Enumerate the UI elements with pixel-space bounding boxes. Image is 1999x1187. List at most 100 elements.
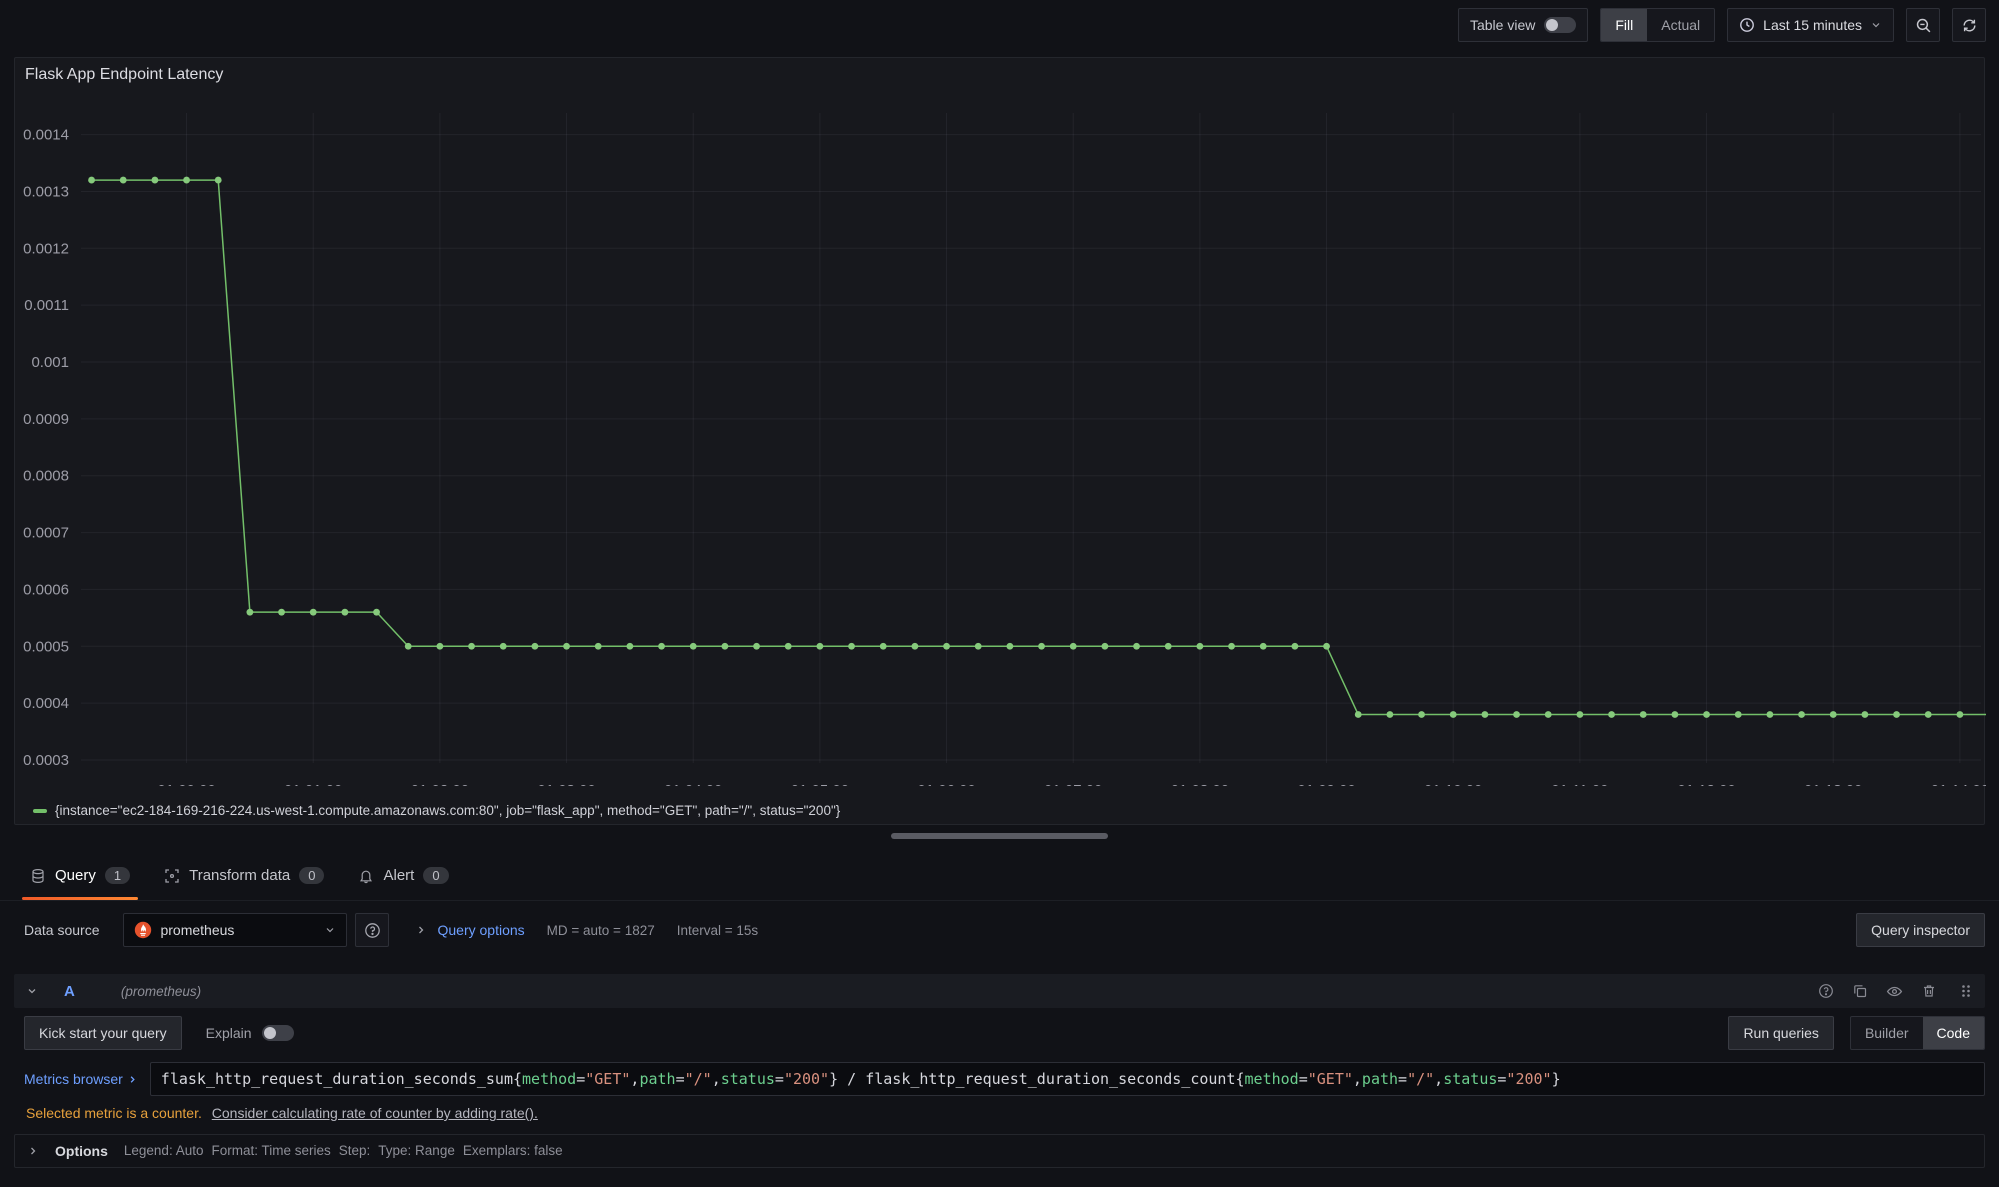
options-summary-item: Format: Time series: [211, 1143, 330, 1158]
query-datasource-hint: (prometheus): [121, 984, 201, 999]
builder-code-segment: Builder Code: [1850, 1016, 1985, 1050]
chevron-down-icon: [324, 924, 336, 936]
toggle-visibility-eye-icon[interactable]: [1886, 983, 1903, 1000]
builder-button[interactable]: Builder: [1851, 1017, 1923, 1049]
code-button[interactable]: Code: [1923, 1017, 1984, 1049]
svg-text:0.001: 0.001: [31, 354, 69, 371]
zoom-out-button[interactable]: [1906, 8, 1940, 42]
time-range-picker[interactable]: Last 15 minutes: [1727, 8, 1894, 42]
angle-right-icon: [27, 1145, 39, 1157]
svg-text:0.0008: 0.0008: [23, 468, 69, 485]
svg-text:0.0004: 0.0004: [23, 695, 69, 712]
query-help-icon[interactable]: [1818, 983, 1834, 999]
clock-icon: [1739, 17, 1755, 33]
max-data-points-text: MD = auto = 1827: [547, 923, 655, 938]
top-toolbar: Table view Fill Actual Last 15 minutes: [0, 0, 1999, 50]
delete-query-trash-icon[interactable]: [1921, 983, 1937, 999]
editor-toolbar-row: Kick start your query Explain Run querie…: [14, 1016, 1985, 1050]
prometheus-icon: [134, 921, 152, 939]
fill-button[interactable]: Fill: [1601, 9, 1647, 41]
table-view-label: Table view: [1470, 17, 1535, 33]
panel-title: Flask App Endpoint Latency: [25, 66, 223, 84]
editor-tabs: Query 1 Transform data 0 Alert 0: [0, 851, 1999, 901]
datasource-label: Data source: [14, 922, 109, 938]
query-ref-id: A: [64, 983, 75, 1000]
svg-text:01:09:00: 01:09:00: [1297, 782, 1355, 786]
bell-icon: [358, 868, 374, 884]
actual-button[interactable]: Actual: [1647, 9, 1714, 41]
run-queries-button[interactable]: Run queries: [1728, 1016, 1834, 1050]
query-row-header[interactable]: A (prometheus): [14, 974, 1985, 1008]
svg-text:01:10:00: 01:10:00: [1424, 782, 1482, 786]
interval-text: Interval = 15s: [677, 923, 758, 938]
query-editor-body: Kick start your query Explain Run querie…: [14, 1016, 1985, 1168]
query-options-summary: Options Legend: AutoFormat: Time seriesS…: [14, 1134, 1985, 1168]
datasource-name: prometheus: [160, 922, 316, 938]
tab-alert[interactable]: Alert 0: [356, 851, 450, 900]
refresh-button[interactable]: [1952, 8, 1986, 42]
tab-transform-label: Transform data: [189, 867, 290, 884]
options-summary-item: Type: Range: [378, 1143, 455, 1158]
options-summary-item: Step:: [339, 1143, 371, 1158]
svg-text:01:11:00: 01:11:00: [1551, 782, 1608, 786]
legend-series-marker: [33, 809, 47, 813]
tab-query-count: 1: [105, 867, 130, 884]
zoom-out-icon: [1915, 17, 1932, 34]
query-options-link: Query options: [437, 922, 524, 938]
svg-text:01:05:00: 01:05:00: [791, 782, 849, 786]
explain-toggle[interactable]: [262, 1025, 294, 1041]
svg-text:0.0009: 0.0009: [23, 411, 69, 428]
svg-text:01:01:00: 01:01:00: [284, 782, 342, 786]
code-editor-row: Metrics browser flask_http_request_durat…: [14, 1062, 1985, 1096]
options-items: Legend: AutoFormat: Time seriesStep:Type…: [124, 1142, 571, 1160]
svg-text:0.0012: 0.0012: [23, 240, 69, 257]
datasource-picker[interactable]: prometheus: [123, 913, 347, 947]
help-circle-icon: [364, 922, 381, 939]
drag-handle-icon[interactable]: [1959, 983, 1973, 999]
metrics-browser-link[interactable]: Metrics browser: [24, 1071, 138, 1087]
svg-text:0.0013: 0.0013: [23, 183, 69, 200]
tab-transform-count: 0: [299, 867, 324, 884]
time-range-label: Last 15 minutes: [1763, 17, 1862, 33]
tab-query-label: Query: [55, 867, 96, 884]
svg-text:0.0003: 0.0003: [23, 752, 69, 769]
kick-start-query-button[interactable]: Kick start your query: [24, 1016, 182, 1050]
svg-text:0.0014: 0.0014: [23, 127, 69, 144]
angle-right-icon: [415, 924, 427, 936]
transform-icon: [164, 868, 180, 884]
svg-text:01:04:00: 01:04:00: [664, 782, 722, 786]
warning-text: Selected metric is a counter.: [26, 1105, 202, 1121]
datasource-help-button[interactable]: [355, 913, 389, 947]
options-label[interactable]: Options: [55, 1143, 108, 1159]
options-summary-item: Exemplars: false: [463, 1143, 563, 1158]
fill-actual-segment: Fill Actual: [1600, 8, 1715, 42]
legend-item[interactable]: {instance="ec2-184-169-216-224.us-west-1…: [33, 803, 840, 818]
svg-text:0.0005: 0.0005: [23, 638, 69, 655]
svg-text:01:07:00: 01:07:00: [1044, 782, 1102, 786]
query-inspector-button[interactable]: Query inspector: [1856, 913, 1985, 947]
latency-chart[interactable]: 0.0014 0.0013 0.0012 0.0011 0.001 0.0009 0.000…: [15, 98, 1986, 786]
panel-resize-handle[interactable]: [891, 833, 1108, 839]
legend-series-label: {instance="ec2-184-169-216-224.us-west-1…: [55, 803, 840, 818]
active-tab-underline: [22, 897, 138, 900]
warning-rate-link[interactable]: Consider calculating rate of counter by …: [212, 1105, 538, 1121]
collapse-chevron-icon: [26, 985, 38, 997]
tab-query[interactable]: Query 1: [28, 851, 132, 900]
svg-text:01:13:00: 01:13:00: [1804, 782, 1862, 786]
table-view-group: Table view: [1458, 8, 1588, 42]
svg-text:01:08:00: 01:08:00: [1171, 782, 1229, 786]
explain-label: Explain: [206, 1025, 252, 1041]
svg-text:0.0011: 0.0011: [24, 297, 69, 314]
svg-text:01:06:00: 01:06:00: [917, 782, 975, 786]
table-view-toggle[interactable]: [1544, 17, 1576, 33]
svg-text:01:14:00: 01:14:00: [1931, 782, 1986, 786]
explain-group: Explain: [206, 1025, 294, 1041]
metrics-browser-label: Metrics browser: [24, 1071, 123, 1087]
svg-text:01:02:00: 01:02:00: [411, 782, 469, 786]
query-options-collapse[interactable]: Query options: [415, 922, 524, 938]
svg-text:0.0006: 0.0006: [23, 581, 69, 598]
promql-query-input[interactable]: flask_http_request_duration_seconds_sum{…: [150, 1062, 1985, 1096]
tab-transform-data[interactable]: Transform data 0: [162, 851, 326, 900]
refresh-icon: [1961, 17, 1978, 34]
duplicate-query-icon[interactable]: [1852, 983, 1868, 999]
